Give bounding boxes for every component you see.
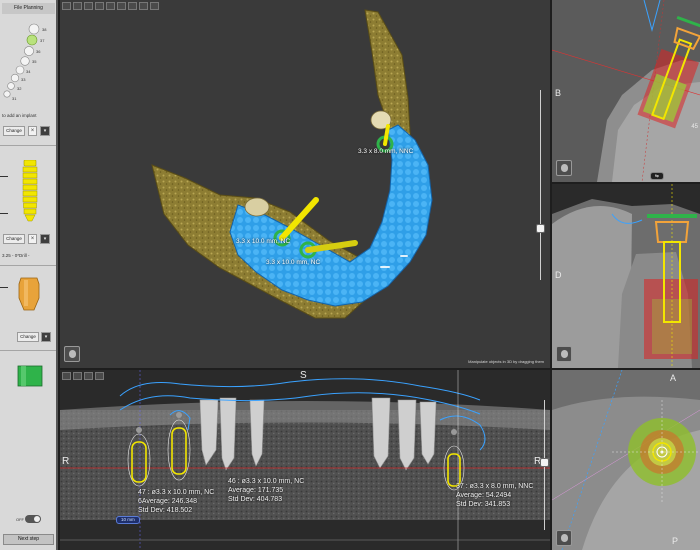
implant-37-size: 37 : ø3.3 x 8.0 mm, NNC [456, 483, 534, 490]
panoramic-toolbar [60, 370, 106, 382]
reset-view-icon[interactable] [556, 346, 572, 362]
tooth-number: 32 [17, 86, 22, 91]
next-step-button[interactable]: Next step [3, 534, 54, 545]
viewport-b-cross-section[interactable]: B 45 ⇆ [552, 0, 700, 182]
length-tick [0, 213, 8, 214]
length-tick [0, 287, 8, 288]
change-abutment-button[interactable]: Change [17, 332, 39, 342]
panoramic-slider-handle[interactable] [540, 458, 549, 467]
orientation-right-left: R [62, 456, 70, 467]
remove-tooth-button[interactable]: × [28, 126, 37, 136]
implant-dropdown-button[interactable]: ▾ [40, 234, 50, 244]
viewport-3d-slider-track [540, 90, 541, 280]
viewport-panoramic[interactable]: S R R 47 : ø3.3 x 10.0 mm, NC 6Average: … [60, 370, 550, 550]
implant-47-stats: 47 : ø3.3 x 10.0 mm, NC 6Average: 246.34… [138, 488, 214, 515]
toolbar-button[interactable] [95, 372, 104, 380]
cross-section-d-image [552, 184, 700, 368]
sidebar-hint: to add an implant [2, 113, 37, 118]
viewport-3d-hint: Manipulate objects in 3D by dragging the… [468, 359, 544, 364]
viewport-3d-slider-handle[interactable] [536, 224, 545, 233]
tooth-number: 34 [26, 69, 31, 74]
measure-chip[interactable]: 10 mm [116, 516, 140, 524]
dental-implant-planning-app: File Planning 38 37 36 35 34 33 32 31 to… [0, 0, 700, 550]
reset-view-icon[interactable] [556, 530, 572, 546]
tooth-chart[interactable]: 38 37 36 35 34 33 32 31 [1, 16, 57, 110]
reset-view-icon[interactable] [64, 346, 80, 362]
viewport-d-cross-section[interactable]: D [552, 184, 700, 368]
drill-info-text: 3.25 - 0*Drill - [2, 253, 30, 258]
implant-37-average: Average: 54.2494 [456, 492, 512, 499]
orientation-anterior: A [670, 373, 677, 383]
view-label-b: B [555, 88, 562, 98]
change-tooth-button[interactable]: Change [3, 126, 25, 136]
implant-label-47: 3.3 x 10.0 mm, NC [236, 238, 291, 245]
sidebar-divider [0, 265, 56, 266]
implant-47-size: 47 : ø3.3 x 10.0 mm, NC [138, 489, 215, 496]
implant-46-stddev: Std Dev: 404.783 [228, 496, 283, 503]
implant-37-stats: 37 : ø3.3 x 8.0 mm, NNC Average: 54.2494… [456, 482, 533, 509]
implant-46-size: 46 : ø3.3 x 10.0 mm, NC [228, 478, 305, 485]
implant-47-average: 6Average: 246.348 [138, 498, 198, 505]
display-toggle[interactable] [25, 515, 41, 523]
toolbar-button[interactable] [62, 372, 71, 380]
implant-46-stats: 46 : ø3.3 x 10.0 mm, NC Average: 171.735… [228, 477, 304, 504]
remove-implant-button[interactable]: × [28, 234, 37, 244]
sleeve-icon [17, 365, 43, 387]
toggle-label: OFF [16, 517, 24, 522]
orientation-posterior: P [672, 536, 679, 546]
reset-view-icon[interactable] [556, 160, 572, 176]
length-tick [0, 176, 8, 177]
implant-46-average: Average: 171.735 [228, 487, 284, 494]
tooth-number: 38 [42, 27, 47, 32]
tooth-number: 36 [36, 49, 41, 54]
implant-37-stddev: Std Dev: 341.853 [456, 501, 511, 508]
tooth-number: 31 [12, 96, 17, 101]
implant-label-46: 3.3 x 10.0 mm, NC [266, 259, 321, 266]
tooth-crown [244, 197, 270, 217]
tooth-number: 33 [21, 77, 26, 82]
depth-readout: 45 [691, 124, 698, 130]
cross-section-b-image [552, 0, 700, 182]
change-implant-button[interactable]: Change [3, 234, 25, 244]
viewport-axial[interactable]: A P [552, 370, 700, 550]
view-label-d: D [555, 270, 562, 280]
slice-scroll-handle[interactable]: ⇆ [650, 172, 664, 180]
viewport-3d[interactable]: 3.3 x 8.0 mm, NNC 3.3 x 10.0 mm, NC 3.3 … [60, 0, 550, 368]
tooth-dropdown-button[interactable]: ▾ [40, 126, 50, 136]
sidebar-divider [0, 350, 56, 351]
sidebar-title: File Planning [2, 3, 55, 14]
implant-label-37: 3.3 x 8.0 mm, NNC [358, 148, 414, 155]
toolbar-button[interactable] [73, 372, 82, 380]
abutment-icon [18, 277, 40, 311]
sidebar-divider [0, 145, 56, 146]
orientation-superior: S [300, 370, 307, 381]
toolbar-button[interactable] [84, 372, 93, 380]
implant-icon [22, 160, 38, 222]
tooth-number: 37 [40, 38, 45, 43]
mandible-3d-model[interactable] [60, 0, 550, 368]
planning-sidebar: File Planning 38 37 36 35 34 33 32 31 to… [0, 0, 58, 550]
abutment-dropdown-button[interactable]: ▾ [41, 332, 51, 342]
implant-47-stddev: Std Dev: 418.502 [138, 507, 193, 514]
tooth-number: 35 [32, 59, 37, 64]
axial-image [552, 370, 700, 550]
